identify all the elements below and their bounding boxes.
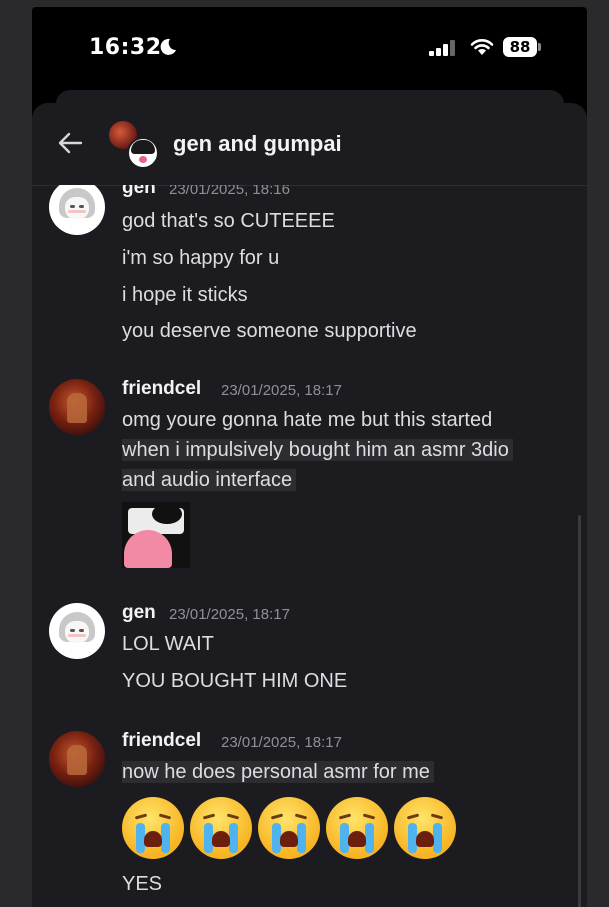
loudly-crying-face-icon xyxy=(326,797,388,859)
phone-screen: 16:32 88 gen and gumpai gen 23/01/2025, … xyxy=(32,7,587,907)
loudly-crying-face-icon xyxy=(394,797,456,859)
message-text-highlighted: when i impulsively bought him an asmr 3d… xyxy=(122,435,513,465)
message-timestamp: 23/01/2025, 18:17 xyxy=(221,734,342,751)
avatar-friendcel[interactable] xyxy=(49,731,105,787)
message-timestamp: 23/01/2025, 18:17 xyxy=(221,382,342,399)
message-text: LOL WAIT xyxy=(122,633,214,655)
message-author[interactable]: gen xyxy=(122,602,156,624)
message-author[interactable]: friendcel xyxy=(122,730,201,752)
status-time: 16:32 xyxy=(89,35,162,60)
message-text: now he does personal asmr for me xyxy=(122,761,434,783)
avatar-gen[interactable] xyxy=(49,603,105,659)
message-author[interactable]: friendcel xyxy=(122,378,201,400)
chat-header: gen and gumpai xyxy=(32,103,587,186)
loudly-crying-face-icon xyxy=(190,797,252,859)
avatar-friendcel[interactable] xyxy=(49,379,105,435)
message-text: i hope it sticks xyxy=(122,284,248,306)
scrollbar[interactable] xyxy=(578,515,581,907)
group-avatar[interactable] xyxy=(109,121,159,171)
message-text: and audio interface xyxy=(122,469,297,491)
message-text: YES xyxy=(122,873,163,895)
chat-title[interactable]: gen and gumpai xyxy=(173,131,342,157)
moon-icon xyxy=(160,38,176,55)
message-text: i'm so happy for u xyxy=(122,247,280,269)
message-list[interactable]: gen 23/01/2025, 18:16 god that's so CUTE… xyxy=(32,185,587,907)
loudly-crying-face-icon xyxy=(258,797,320,859)
message-text: omg youre gonna hate me but this started xyxy=(122,409,493,431)
sticker-image[interactable] xyxy=(122,502,190,568)
back-arrow-icon[interactable] xyxy=(56,129,84,157)
avatar-gen[interactable] xyxy=(49,185,105,235)
message-text-highlighted: and audio interface xyxy=(122,465,297,495)
group-avatar-member-2 xyxy=(127,137,159,169)
message-timestamp: 23/01/2025, 18:17 xyxy=(169,606,290,623)
message-author[interactable]: gen xyxy=(122,185,156,199)
battery-tip xyxy=(538,43,541,51)
message-text: god that's so CUTEEEE xyxy=(122,210,335,232)
message-text: when i impulsively bought him an asmr 3d… xyxy=(122,439,513,461)
status-bar: 16:32 88 xyxy=(32,7,587,89)
chat-sheet: gen and gumpai gen 23/01/2025, 18:16 god… xyxy=(32,103,587,907)
message-text-highlighted: now he does personal asmr for me xyxy=(122,757,434,787)
message-timestamp: 23/01/2025, 18:16 xyxy=(169,185,290,198)
signal-icon xyxy=(429,40,455,56)
message-text: you deserve someone supportive xyxy=(122,320,417,342)
battery-indicator: 88 xyxy=(503,37,537,57)
message-text: YOU BOUGHT HIM ONE xyxy=(122,670,348,692)
wifi-icon xyxy=(470,39,494,55)
loudly-crying-face-icon xyxy=(122,797,184,859)
